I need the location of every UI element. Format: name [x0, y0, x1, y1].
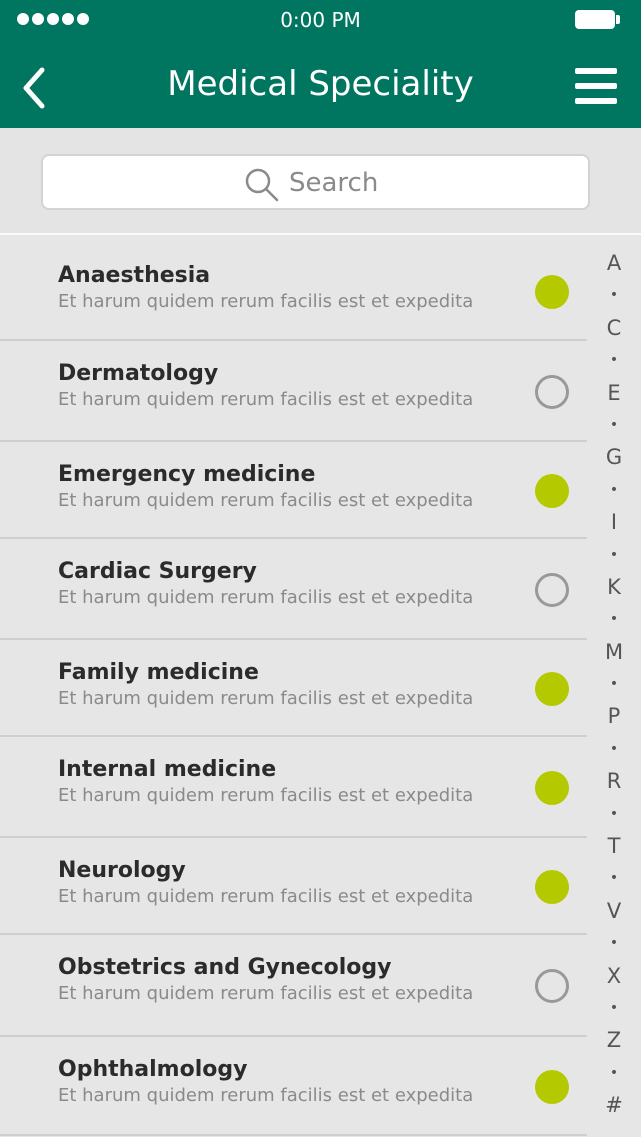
index-separator: • — [609, 740, 619, 757]
specialty-description: Et harum quidem rerum facilis est et exp… — [58, 983, 474, 1004]
index-letter[interactable]: X — [587, 960, 641, 992]
index-letter[interactable]: M — [587, 636, 641, 668]
specialty-name: Anaesthesia — [58, 263, 211, 288]
index-separator: • — [609, 935, 619, 952]
specialty-list: Anaesthesia Et harum quidem rerum facilis… — [0, 235, 587, 1136]
list-item[interactable]: Neurology Et harum quidem rerum facilis e… — [0, 838, 587, 935]
list-item[interactable]: Emergency medicine Et harum quidem rerum … — [0, 442, 587, 539]
index-separator: • — [609, 481, 619, 498]
index-letter[interactable]: T — [587, 830, 641, 862]
specialty-description: Et harum quidem rerum facilis est et exp… — [58, 291, 474, 312]
status-bar: 0:00 PM — [0, 0, 641, 40]
status-time: 0:00 PM — [280, 8, 361, 32]
battery-icon — [575, 10, 620, 29]
index-separator: • — [609, 611, 619, 628]
selected-radio-icon[interactable] — [535, 1069, 569, 1104]
index-letter[interactable]: G — [587, 441, 641, 473]
index-letter[interactable]: A — [587, 247, 641, 279]
list-item[interactable]: Obstetrics and Gynecology Et harum quidem… — [0, 935, 587, 1037]
unselected-radio-icon[interactable] — [535, 969, 569, 1003]
index-separator: • — [609, 352, 619, 369]
index-separator: • — [609, 870, 619, 887]
index-separator: • — [609, 287, 619, 304]
specialty-name: Neurology — [58, 858, 186, 883]
index-separator: • — [609, 1064, 619, 1081]
specialty-name: Ophthalmology — [58, 1057, 248, 1082]
index-letter[interactable]: Z — [587, 1024, 641, 1056]
page-title: Medical Speciality — [167, 64, 474, 104]
unselected-radio-icon[interactable] — [535, 374, 569, 409]
search-input[interactable]: Search — [41, 154, 590, 210]
selected-radio-icon[interactable] — [535, 671, 569, 706]
app-header: 0:00 PM Medical Speciality — [0, 0, 641, 128]
specialty-description: Et harum quidem rerum facilis est et exp… — [58, 389, 474, 410]
list-item[interactable]: Anaesthesia Et harum quidem rerum facilis… — [0, 235, 587, 341]
specialty-description: Et harum quidem rerum facilis est et exp… — [58, 490, 474, 511]
index-separator: • — [609, 676, 619, 693]
alphabet-index[interactable]: A • C • E • G • I • K • M • P • R • T • V • X • Z • # — [587, 247, 641, 1122]
specialty-name: Family medicine — [58, 660, 259, 685]
selected-radio-icon[interactable] — [535, 770, 569, 805]
search-placeholder: Search — [289, 168, 379, 198]
index-letter[interactable]: # — [587, 1089, 641, 1121]
specialty-description: Et harum quidem rerum facilis est et exp… — [58, 587, 474, 608]
list-item[interactable]: Ophthalmology Et harum quidem rerum facil… — [0, 1037, 587, 1136]
index-letter[interactable]: E — [587, 377, 641, 409]
index-separator: • — [609, 999, 619, 1016]
index-separator: • — [609, 416, 619, 433]
index-letter[interactable]: K — [587, 571, 641, 603]
specialty-description: Et harum quidem rerum facilis est et exp… — [58, 785, 474, 806]
specialty-name: Cardiac Surgery — [58, 559, 257, 584]
index-letter[interactable]: R — [587, 765, 641, 797]
index-separator: • — [609, 805, 619, 822]
selected-radio-icon[interactable] — [535, 275, 569, 309]
index-separator: • — [609, 546, 619, 563]
specialty-name: Obstetrics and Gynecology — [58, 955, 392, 980]
index-letter[interactable]: P — [587, 700, 641, 732]
menu-button[interactable] — [575, 68, 617, 106]
specialty-name: Dermatology — [58, 361, 219, 386]
specialty-description: Et harum quidem rerum facilis est et exp… — [58, 1085, 474, 1106]
specialty-description: Et harum quidem rerum facilis est et exp… — [58, 886, 474, 907]
selected-radio-icon[interactable] — [535, 473, 569, 508]
specialty-description: Et harum quidem rerum facilis est et exp… — [58, 688, 474, 709]
selected-radio-icon[interactable] — [535, 869, 569, 904]
index-letter[interactable]: V — [587, 895, 641, 927]
search-icon — [245, 168, 279, 202]
list-item[interactable]: Family medicine Et harum quidem rerum fac… — [0, 640, 587, 737]
unselected-radio-icon[interactable] — [535, 572, 569, 607]
index-letter[interactable]: I — [587, 506, 641, 538]
index-letter[interactable]: C — [587, 312, 641, 344]
list-item[interactable]: Dermatology Et harum quidem rerum facilis… — [0, 341, 587, 442]
search-bar: Search — [0, 128, 641, 235]
list-item[interactable]: Internal medicine Et harum quidem rerum f… — [0, 737, 587, 838]
list-item[interactable]: Cardiac Surgery Et harum quidem rerum fac… — [0, 539, 587, 640]
specialty-name: Internal medicine — [58, 757, 277, 782]
specialty-name: Emergency medicine — [58, 462, 316, 487]
